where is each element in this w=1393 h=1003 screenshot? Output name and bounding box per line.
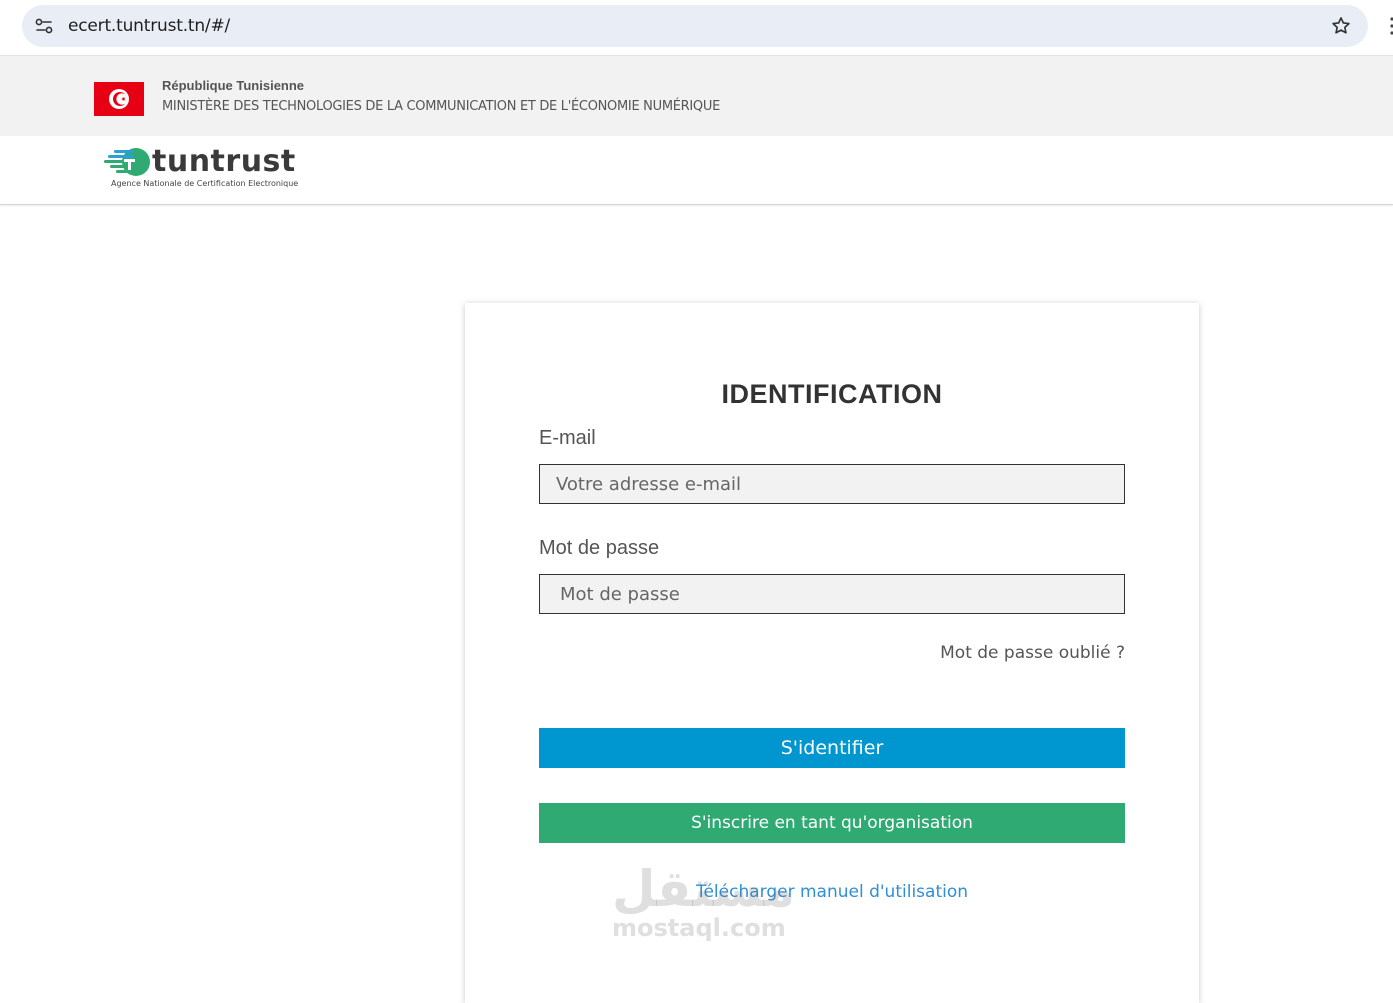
country-name: République Tunisienne xyxy=(162,78,305,93)
email-input[interactable] xyxy=(539,464,1125,504)
site-header: tuntrust Agence Nationale de Certificati… xyxy=(0,136,1393,205)
login-button[interactable]: S'identifier xyxy=(539,728,1125,768)
brand-name: tuntrust xyxy=(152,144,296,179)
tuntrust-logo-icon[interactable] xyxy=(104,146,150,178)
login-card: IDENTIFICATION E-mail Mot de passe Mot d… xyxy=(465,303,1199,1003)
browser-toolbar: ecert.tuntrust.tn/#/ xyxy=(0,0,1393,56)
government-header: République Tunisienne MINISTÈRE DES TECH… xyxy=(0,56,1393,136)
url-text[interactable]: ecert.tuntrust.tn/#/ xyxy=(68,16,230,36)
tunisia-flag-icon xyxy=(94,82,144,116)
site-settings-icon[interactable] xyxy=(34,16,54,36)
download-manual-link[interactable]: Télécharger manuel d'utilisation xyxy=(465,882,1199,902)
password-input[interactable] xyxy=(539,574,1125,614)
brand-tagline: Agence Nationale de Certification Electr… xyxy=(111,179,299,188)
forgot-password-link[interactable]: Mot de passe oublié ? xyxy=(940,643,1125,663)
register-organization-button[interactable]: S'inscrire en tant qu'organisation xyxy=(539,803,1125,843)
password-label: Mot de passe xyxy=(539,537,660,559)
ministry-name: MINISTÈRE DES TECHNOLOGIES DE LA COMMUNI… xyxy=(162,99,720,114)
email-label: E-mail xyxy=(539,427,596,449)
address-bar[interactable]: ecert.tuntrust.tn/#/ xyxy=(22,5,1368,47)
page-title: IDENTIFICATION xyxy=(721,379,943,409)
bookmark-star-icon[interactable] xyxy=(1330,15,1352,37)
